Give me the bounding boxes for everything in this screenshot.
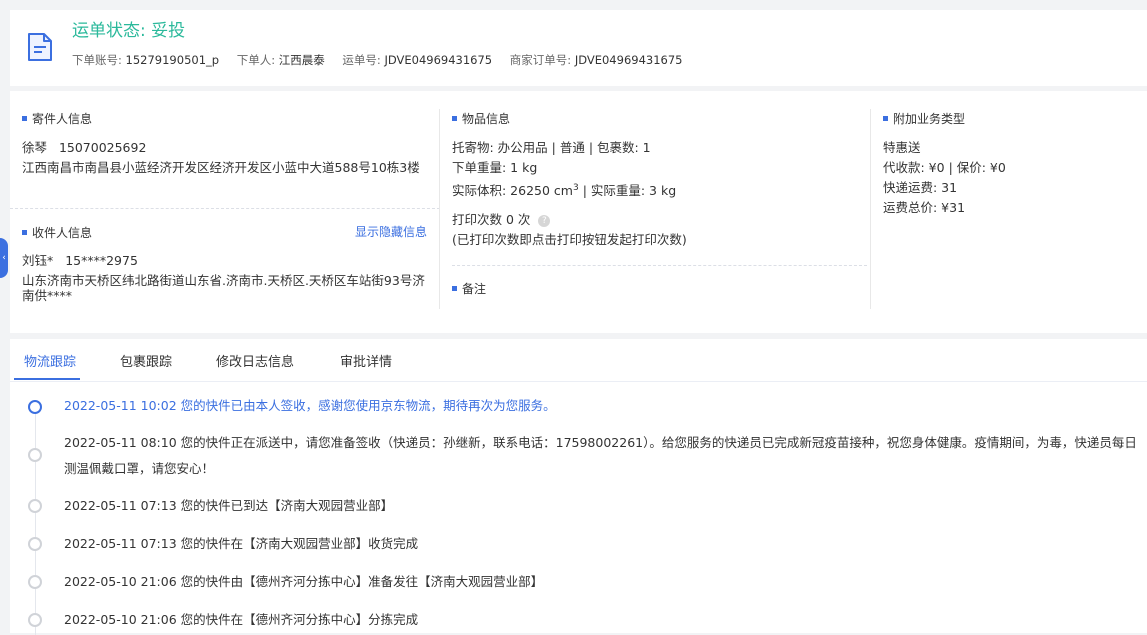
timeline-dot — [28, 613, 42, 627]
tracking-tabs: 物流跟踪 包裹跟踪 修改日志信息 审批详情 — [10, 339, 1147, 382]
goods-summary: 托寄物: 办公用品 | 普通 | 包裹数: 1 — [452, 140, 651, 155]
chevron-left-icon: ‹ — [2, 253, 6, 263]
waybill-number: 运单号: JDVE04969431675 — [342, 53, 493, 67]
tracking-event: 2022-05-11 10:02 您的快件已由本人签收，感谢您使用京东物流，期待… — [64, 398, 556, 413]
actual-weight: | 实际重量: 3 kg — [578, 183, 677, 199]
sender-phone: 15070025692 — [58, 140, 147, 155]
print-count: 打印次数 0 次 ? — [452, 212, 551, 228]
tracking-event: 2022-05-11 08:10 您的快件正在派送中，请您准备签收（快递员：孙继… — [64, 435, 1137, 476]
timeline-dot — [28, 448, 42, 462]
order-account: 下单账号: 15279190501_p — [72, 53, 220, 67]
product-type: 特惠送 — [883, 140, 921, 155]
help-icon[interactable]: ? — [538, 214, 551, 227]
active-tab-indicator — [14, 378, 80, 380]
tracking-event: 2022-05-11 07:13 您的快件已到达【济南大观园营业部】 — [64, 498, 394, 513]
receiver-contact: 刘钰* 15****2975 — [22, 253, 138, 269]
tracking-event: 2022-05-10 21:06 您的快件在【德州齐河分拣中心】分拣完成 — [64, 612, 419, 627]
tracking-event: 2022-05-11 07:13 您的快件在【济南大观园营业部】收货完成 — [64, 536, 419, 551]
collapse-sidebar-button[interactable]: ‹ — [0, 238, 8, 278]
sender-name: 徐琴 — [22, 140, 48, 155]
shipping-fee: 快递运费: 31 — [883, 180, 958, 195]
volume-weight: 实际体积: 26250 cm3 | 实际重量: 3 kg — [452, 180, 676, 199]
tracking-event: 2022-05-10 21:06 您的快件由【德州齐河分拣中心】准备发往【济南大… — [64, 574, 544, 589]
timeline-dot-current — [28, 400, 42, 414]
extra-service-section-title: 附加业务类型 — [883, 110, 965, 127]
waybill-info-panel: 寄件人信息 徐琴 15070025692 江西南昌市南昌县小蓝经济开发区经济开发… — [10, 91, 1147, 333]
sender-address: 江西南昌市南昌县小蓝经济开发区经济开发区小蓝中大道588号10栋3楼 — [22, 160, 420, 175]
print-count-text: 打印次数 0 次 — [452, 212, 531, 227]
status-value: 妥投 — [151, 21, 186, 41]
remark-section-title: 备注 — [452, 280, 486, 297]
receiver-address: 山东济南市天桥区纬北路街道山东省.济南市.天桥区.天桥区车站街93号济南供***… — [22, 273, 425, 303]
divider — [10, 208, 440, 209]
print-count-hint: (已打印次数即点击打印按钮发起打印次数) — [452, 232, 687, 247]
divider — [439, 109, 440, 309]
receiver-section-title: 收件人信息 — [22, 224, 92, 241]
document-icon — [26, 32, 54, 62]
waybill-status: 运单状态: 妥投 — [72, 16, 185, 41]
tracking-panel: 物流跟踪 包裹跟踪 修改日志信息 审批详情 2022-05-11 10:02 您… — [10, 339, 1147, 635]
sender-section-title: 寄件人信息 — [22, 110, 92, 127]
timeline-line — [35, 405, 36, 635]
timeline-dot — [28, 499, 42, 513]
merchant-order-number: 商家订单号: JDVE04969431675 — [509, 53, 683, 67]
tab-change-log[interactable]: 修改日志信息 — [216, 351, 294, 370]
waybill-header: 运单状态: 妥投 下单账号: 15279190501_p 下单人: 江西晨泰 运… — [10, 10, 1147, 86]
order-person: 下单人: 江西晨泰 — [236, 53, 325, 67]
tab-package-tracking[interactable]: 包裹跟踪 — [120, 351, 172, 370]
goods-section-title: 物品信息 — [452, 110, 510, 127]
actual-volume: 实际体积: 26250 cm — [452, 183, 573, 199]
divider — [870, 109, 871, 309]
waybill-meta: 下单账号: 15279190501_p 下单人: 江西晨泰 运单号: JDVE0… — [72, 52, 696, 68]
timeline-dot — [28, 575, 42, 589]
show-hidden-info-link[interactable]: 显示隐藏信息 — [355, 223, 427, 240]
order-weight: 下单重量: 1 kg — [452, 160, 538, 175]
tab-approval-details[interactable]: 审批详情 — [340, 351, 392, 370]
timeline-dot — [28, 537, 42, 551]
receiver-phone: 15****2975 — [65, 253, 138, 268]
tab-logistics-tracking[interactable]: 物流跟踪 — [24, 351, 76, 370]
sender-contact: 徐琴 15070025692 — [22, 140, 146, 156]
total-fee: 运费总价: ¥31 — [883, 200, 966, 215]
divider — [452, 265, 867, 266]
cod-insurance: 代收款: ¥0 | 保价: ¥0 — [883, 160, 1006, 175]
status-label: 运单状态: — [72, 21, 146, 41]
receiver-name: 刘钰* — [22, 253, 54, 268]
